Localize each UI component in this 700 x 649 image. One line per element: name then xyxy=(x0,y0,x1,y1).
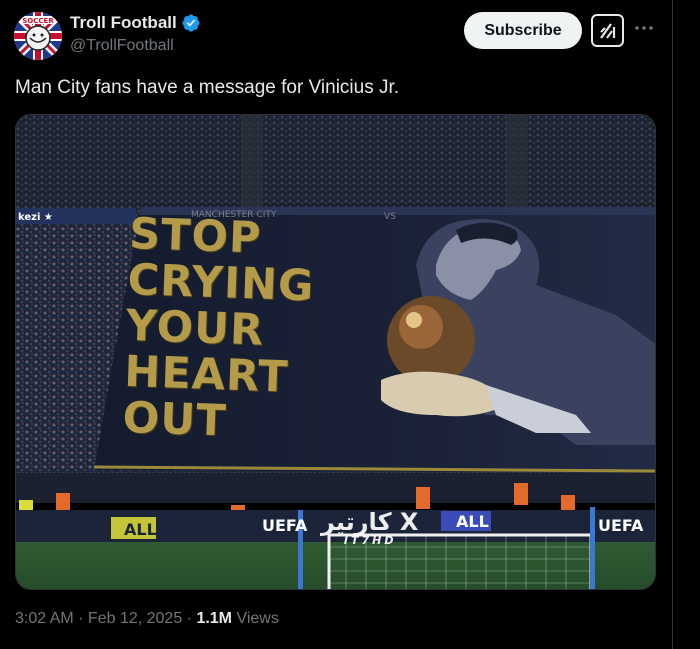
avatar[interactable]: SOCCER xyxy=(14,12,62,60)
ad-board-uefa: UEFA xyxy=(262,516,308,535)
post-date[interactable]: Feb 12, 2025 xyxy=(88,610,182,628)
watermark-main: كارتير X xyxy=(321,508,420,536)
meta-separator: · xyxy=(73,610,88,627)
tweet-media[interactable]: kezi ★ MANCHESTER CITY VS STOP CRYING YO… xyxy=(15,114,656,590)
ad-board-uefa-2: UEFA xyxy=(598,516,644,535)
grok-button[interactable] xyxy=(591,14,624,47)
more-dots-icon xyxy=(635,26,653,30)
meta-separator: · xyxy=(182,610,197,627)
troll-football-logo-icon: SOCCER xyxy=(14,12,62,60)
display-name[interactable]: Troll Football xyxy=(70,13,177,33)
verified-badge-icon[interactable] xyxy=(181,13,201,33)
tifo-banner-text: STOP CRYING YOUR HEART OUT xyxy=(121,209,317,447)
column-divider xyxy=(672,0,673,649)
video-watermark: كارتير X IT7HD xyxy=(321,510,419,547)
more-options-button[interactable] xyxy=(632,18,656,38)
corner-ad-text: kezi ★ xyxy=(18,212,53,223)
tweet-text: Man City fans have a message for Viniciu… xyxy=(15,77,400,98)
grok-icon xyxy=(599,22,615,39)
name-row: Troll Football xyxy=(70,13,201,33)
ad-board-left: ALL xyxy=(124,520,157,539)
views-label: Views xyxy=(232,610,279,627)
tifo-line: OUT xyxy=(121,392,228,447)
ad-board-right: ALL xyxy=(456,512,489,531)
handle[interactable]: @TrollFootball xyxy=(70,37,174,55)
post-time[interactable]: 3:02 AM xyxy=(15,610,74,628)
tweet-meta: 3:02 AM · Feb 12, 2025 · 1.1M Views xyxy=(15,610,279,628)
subscribe-button[interactable]: Subscribe xyxy=(464,12,582,49)
svg-text:SOCCER: SOCCER xyxy=(22,17,54,25)
views-count[interactable]: 1.1M xyxy=(196,610,232,628)
banner-vs-text: VS xyxy=(384,212,396,222)
